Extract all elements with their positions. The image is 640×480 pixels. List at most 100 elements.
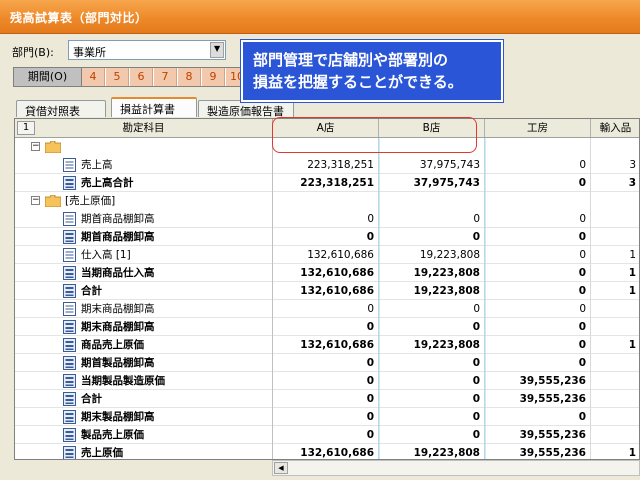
month-button[interactable]: 8: [178, 68, 201, 86]
account-cell[interactable]: 期首製品棚卸高: [15, 354, 273, 372]
value-cell[interactable]: [591, 192, 639, 210]
value-cell[interactable]: 0: [485, 210, 591, 228]
account-cell[interactable]: 売上原価: [15, 444, 273, 459]
table-row[interactable]: 売上高 223,318,251 37,975,743 0 3: [15, 156, 639, 174]
value-cell[interactable]: [591, 228, 639, 246]
value-cell[interactable]: 0: [485, 156, 591, 174]
value-cell[interactable]: [591, 210, 639, 228]
period-label[interactable]: 期間(O): [14, 68, 82, 86]
table-row[interactable]: 売上高合計 223,318,251 37,975,743 0 3: [15, 174, 639, 192]
value-cell[interactable]: 0: [379, 354, 485, 372]
table-row[interactable]: 仕入高 [1] 132,610,686 19,223,808 0 1: [15, 246, 639, 264]
value-cell[interactable]: 0: [273, 372, 379, 390]
value-cell[interactable]: 0: [273, 426, 379, 444]
header-col-a-store[interactable]: A店: [273, 119, 379, 137]
account-cell[interactable]: 期末製品棚卸高: [15, 408, 273, 426]
account-cell[interactable]: 製品売上原価: [15, 426, 273, 444]
month-button[interactable]: 9: [202, 68, 225, 86]
account-cell[interactable]: 期首商品棚卸高: [15, 228, 273, 246]
value-cell[interactable]: 0: [485, 264, 591, 282]
value-cell[interactable]: 0: [379, 318, 485, 336]
value-cell[interactable]: 0: [485, 174, 591, 192]
value-cell[interactable]: [379, 138, 485, 156]
table-row[interactable]: 期末製品棚卸高 0 0 0: [15, 408, 639, 426]
month-button[interactable]: 7: [154, 68, 177, 86]
value-cell[interactable]: 3: [591, 174, 639, 192]
month-button[interactable]: 6: [130, 68, 153, 86]
value-cell[interactable]: 0: [379, 300, 485, 318]
value-cell[interactable]: [485, 138, 591, 156]
value-cell[interactable]: 0: [485, 282, 591, 300]
account-cell[interactable]: 当期商品仕入高: [15, 264, 273, 282]
value-cell[interactable]: 0: [379, 372, 485, 390]
table-row[interactable]: 当期製品製造原価 0 0 39,555,236: [15, 372, 639, 390]
value-cell[interactable]: 19,223,808: [379, 336, 485, 354]
value-cell[interactable]: 0: [485, 354, 591, 372]
value-cell[interactable]: 37,975,743: [379, 174, 485, 192]
tab-0[interactable]: 貸借対照表: [16, 100, 106, 118]
account-cell[interactable]: 期首商品棚卸高: [15, 210, 273, 228]
value-cell[interactable]: 0: [379, 390, 485, 408]
value-cell[interactable]: 19,223,808: [379, 444, 485, 459]
value-cell[interactable]: 0: [273, 300, 379, 318]
value-cell[interactable]: 0: [273, 354, 379, 372]
dept-select[interactable]: 事業所 ▼: [68, 40, 226, 60]
value-cell[interactable]: 0: [485, 246, 591, 264]
table-row[interactable]: 期首製品棚卸高 0 0 0: [15, 354, 639, 372]
value-cell[interactable]: 0: [379, 228, 485, 246]
value-cell[interactable]: 37,975,743: [379, 156, 485, 174]
month-button[interactable]: 4: [82, 68, 105, 86]
header-col-b-store[interactable]: B店: [379, 119, 485, 137]
value-cell[interactable]: 39,555,236: [485, 372, 591, 390]
account-cell[interactable]: − [売上高]: [15, 138, 273, 156]
header-account[interactable]: 1 勘定科目: [15, 119, 273, 137]
value-cell[interactable]: [379, 192, 485, 210]
scroll-left-button[interactable]: ◀: [274, 462, 288, 474]
value-cell[interactable]: 0: [273, 228, 379, 246]
value-cell[interactable]: 19,223,808: [379, 264, 485, 282]
section-row[interactable]: − [売上高]: [15, 138, 639, 156]
header-col-import[interactable]: 輸入品: [591, 119, 639, 137]
table-row[interactable]: 合計 0 0 39,555,236: [15, 390, 639, 408]
account-cell[interactable]: 商品売上原価: [15, 336, 273, 354]
account-cell[interactable]: 当期製品製造原価: [15, 372, 273, 390]
collapse-toggle[interactable]: −: [31, 196, 40, 205]
table-row[interactable]: 期末商品棚卸高 0 0 0: [15, 318, 639, 336]
value-cell[interactable]: 39,555,236: [485, 426, 591, 444]
table-row[interactable]: 期首商品棚卸高 0 0 0: [15, 210, 639, 228]
account-cell[interactable]: 合計: [15, 282, 273, 300]
section-row[interactable]: − [売上原価]: [15, 192, 639, 210]
value-cell[interactable]: 132,610,686: [273, 336, 379, 354]
collapse-toggle[interactable]: −: [31, 142, 40, 151]
account-cell[interactable]: 売上高合計: [15, 174, 273, 192]
account-cell[interactable]: 合計: [15, 390, 273, 408]
value-cell[interactable]: 0: [379, 210, 485, 228]
value-cell[interactable]: 132,610,686: [273, 282, 379, 300]
value-cell[interactable]: [485, 192, 591, 210]
value-cell[interactable]: [591, 408, 639, 426]
value-cell[interactable]: 1: [591, 444, 639, 459]
table-row[interactable]: 期首商品棚卸高 0 0 0: [15, 228, 639, 246]
value-cell[interactable]: 39,555,236: [485, 444, 591, 459]
account-cell[interactable]: 期末商品棚卸高: [15, 300, 273, 318]
value-cell[interactable]: 0: [485, 228, 591, 246]
account-cell[interactable]: 仕入高 [1]: [15, 246, 273, 264]
value-cell[interactable]: [273, 192, 379, 210]
value-cell[interactable]: 132,610,686: [273, 264, 379, 282]
value-cell[interactable]: [591, 372, 639, 390]
value-cell[interactable]: 0: [273, 210, 379, 228]
value-cell[interactable]: [591, 300, 639, 318]
value-cell[interactable]: 132,610,686: [273, 246, 379, 264]
header-col-workshop[interactable]: 工房: [485, 119, 591, 137]
tab-1[interactable]: 損益計算書: [111, 97, 197, 117]
value-cell[interactable]: 19,223,808: [379, 246, 485, 264]
value-cell[interactable]: [591, 318, 639, 336]
value-cell[interactable]: 39,555,236: [485, 390, 591, 408]
value-cell[interactable]: [591, 138, 639, 156]
value-cell[interactable]: 0: [273, 390, 379, 408]
horizontal-scrollbar[interactable]: ◀: [272, 460, 640, 476]
value-cell[interactable]: 1: [591, 264, 639, 282]
month-button[interactable]: 5: [106, 68, 129, 86]
value-cell[interactable]: [273, 138, 379, 156]
dropdown-button[interactable]: ▼: [210, 42, 224, 58]
